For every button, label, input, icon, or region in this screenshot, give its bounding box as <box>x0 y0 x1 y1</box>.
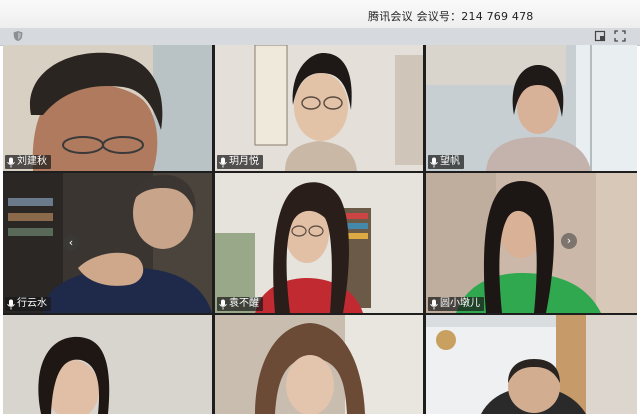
video-tile[interactable]: 望帆 <box>426 45 637 171</box>
microphone-icon <box>7 299 15 309</box>
video-tile[interactable]: ‹ 行云水 <box>3 173 212 313</box>
meeting-title: 腾讯会议 会议号：214 769 478 <box>368 10 534 23</box>
fullscreen-icon[interactable] <box>614 30 626 42</box>
participant-name: 行云水 <box>17 298 47 309</box>
video-tile[interactable]: 袁不醒 <box>215 173 423 313</box>
participant-name-label: 玥月悦 <box>217 155 263 169</box>
participant-name-label: 刘建秋 <box>5 155 51 169</box>
video-tile[interactable] <box>3 315 212 414</box>
participant-name-label: 圆小墩儿 <box>428 297 484 311</box>
previous-page-button[interactable]: ‹ <box>63 235 79 251</box>
participant-name-label: 行云水 <box>5 297 51 311</box>
microphone-icon <box>7 157 15 167</box>
video-tile[interactable]: 玥月悦 <box>215 45 423 171</box>
video-tile[interactable]: › 圆小墩儿 <box>426 173 637 313</box>
video-feed <box>3 45 212 171</box>
video-feed <box>426 315 637 414</box>
microphone-icon <box>219 299 227 309</box>
window-title-bar: 腾讯会议 会议号：214 769 478 <box>0 0 640 28</box>
participant-name: 刘建秋 <box>17 156 47 167</box>
video-feed <box>215 45 423 171</box>
meeting-toolbar <box>0 28 640 46</box>
participant-name-label: 望帆 <box>428 155 464 169</box>
video-tile[interactable]: 刘建秋 <box>3 45 212 171</box>
video-feed <box>3 173 212 313</box>
video-tile[interactable] <box>215 315 423 414</box>
tile-view-icon[interactable] <box>594 30 606 42</box>
participant-name: 圆小墩儿 <box>440 298 480 309</box>
video-grid: 刘建秋 玥月悦 望帆 ‹ 行云水 袁不醒 › 圆小墩儿 <box>3 45 637 414</box>
video-feed <box>3 315 212 414</box>
participant-name: 玥月悦 <box>229 156 259 167</box>
video-tile[interactable] <box>426 315 637 414</box>
video-feed <box>426 45 637 171</box>
microphone-icon <box>219 157 227 167</box>
video-feed <box>215 173 423 313</box>
microphone-icon <box>430 299 438 309</box>
next-page-button[interactable]: › <box>561 233 577 249</box>
shield-icon[interactable] <box>12 30 24 42</box>
participant-name: 望帆 <box>440 156 460 167</box>
participant-name: 袁不醒 <box>229 298 259 309</box>
video-feed <box>426 173 637 313</box>
microphone-icon <box>430 157 438 167</box>
participant-name-label: 袁不醒 <box>217 297 263 311</box>
video-feed <box>215 315 423 414</box>
